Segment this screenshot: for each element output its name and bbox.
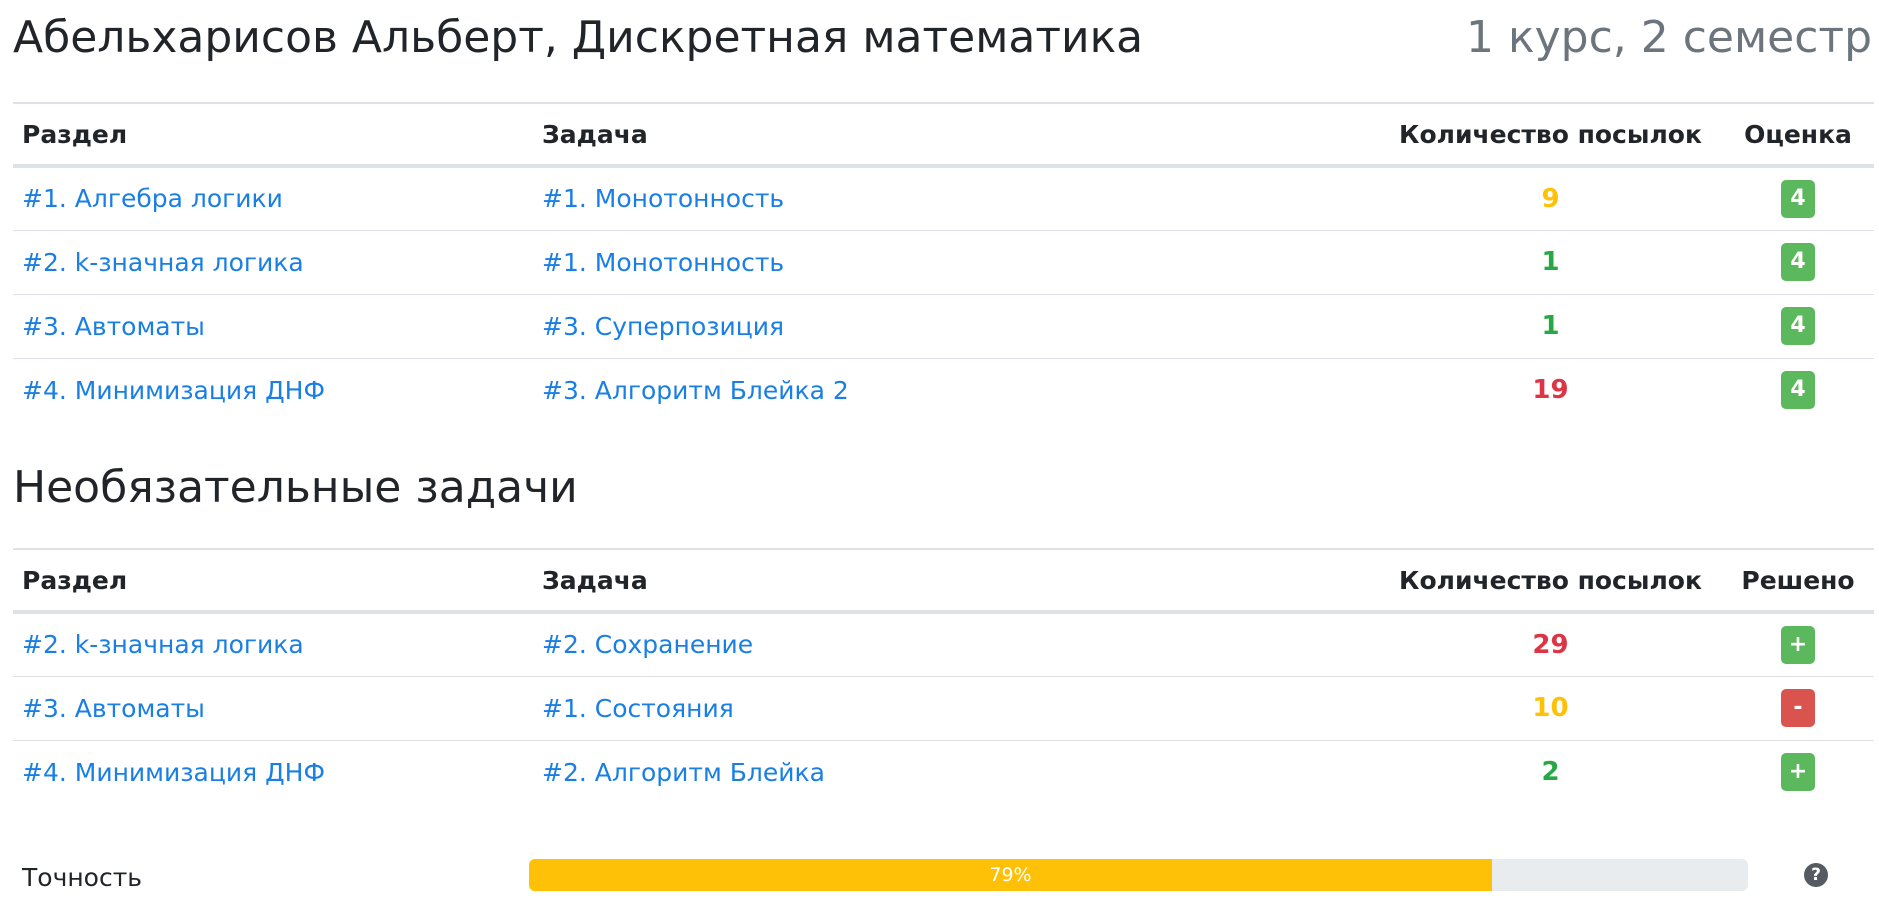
submission-count: 19 xyxy=(1532,375,1569,406)
solved-badge: - xyxy=(1781,689,1815,727)
question-circle-icon[interactable]: ? xyxy=(1804,863,1828,887)
table-row: #3. Автоматы #3. Суперпозиция 1 4 xyxy=(13,294,1874,359)
column-header-mark: Оценка xyxy=(1722,104,1874,168)
submission-count: 10 xyxy=(1532,693,1569,723)
page-header: Абельхарисов Альберт, Дискретная математ… xyxy=(13,0,1874,104)
column-header-section: Раздел xyxy=(13,104,533,168)
solved-badge: + xyxy=(1781,625,1815,664)
accuracy-progress-bar: 79% xyxy=(529,859,1748,891)
table-header-row: Раздел Задача Количество посылок Оценка xyxy=(13,104,1874,168)
task-link[interactable]: #3. Алгоритм Блейка 2 xyxy=(542,376,849,405)
section-link[interactable]: #4. Минимизация ДНФ xyxy=(22,758,325,787)
task-link[interactable]: #2. Алгоритм Блейка xyxy=(542,758,825,787)
grade-badge: 4 xyxy=(1781,371,1815,410)
task-link[interactable]: #1. Состояния xyxy=(542,694,734,723)
section-link[interactable]: #1. Алгебра логики xyxy=(22,184,283,213)
grade-badge: 4 xyxy=(1781,179,1815,218)
task-link[interactable]: #3. Суперпозиция xyxy=(542,312,784,341)
task-link[interactable]: #2. Сохранение xyxy=(542,630,753,659)
submission-count: 1 xyxy=(1541,311,1560,341)
accuracy-label: Точность xyxy=(22,863,143,892)
submission-count: 2 xyxy=(1541,757,1560,788)
column-header-count: Количество посылок xyxy=(1379,104,1722,168)
column-header-count: Количество посылок xyxy=(1379,550,1722,614)
section-link[interactable]: #3. Автоматы xyxy=(22,312,205,341)
table-row: #2. k-значная логика #2. Сохранение 29 + xyxy=(13,612,1874,677)
solved-badge: + xyxy=(1781,753,1815,792)
table-row: #1. Алгебра логики #1. Монотонность 9 4 xyxy=(13,166,1874,231)
optional-tasks-title: Необязательные задачи xyxy=(13,422,1874,550)
required-tasks-table: Раздел Задача Количество посылок Оценка … xyxy=(13,104,1874,422)
section-link[interactable]: #2. k-значная логика xyxy=(22,630,304,659)
column-header-task: Задача xyxy=(533,104,1379,168)
submission-count: 29 xyxy=(1532,629,1569,660)
optional-tasks-table: Раздел Задача Количество посылок Решено … xyxy=(13,550,1874,804)
task-link[interactable]: #1. Монотонность xyxy=(542,248,784,277)
submission-count: 9 xyxy=(1541,183,1560,214)
grade-badge: 4 xyxy=(1781,307,1815,345)
table-row: #2. k-значная логика #1. Монотонность 1 … xyxy=(13,230,1874,295)
course-semester: 1 курс, 2 семестр xyxy=(1466,12,1872,63)
submission-count: 1 xyxy=(1541,247,1560,277)
table-row: #3. Автоматы #1. Состояния 10 - xyxy=(13,676,1874,741)
section-link[interactable]: #4. Минимизация ДНФ xyxy=(22,376,325,405)
table-row: #4. Минимизация ДНФ #2. Алгоритм Блейка … xyxy=(13,740,1874,804)
section-link[interactable]: #2. k-значная логика xyxy=(22,248,304,277)
section-link[interactable]: #3. Автоматы xyxy=(22,694,205,723)
table-header-row: Раздел Задача Количество посылок Решено xyxy=(13,550,1874,614)
column-header-section: Раздел xyxy=(13,550,533,614)
task-link[interactable]: #1. Монотонность xyxy=(542,184,784,213)
page: Абельхарисов Альберт, Дискретная математ… xyxy=(13,0,1874,915)
accuracy-progress-fill: 79% xyxy=(529,859,1492,891)
grade-badge: 4 xyxy=(1781,243,1815,281)
column-header-task: Задача xyxy=(533,550,1379,614)
page-title: Абельхарисов Альберт, Дискретная математ… xyxy=(13,12,1144,63)
column-header-solved: Решено xyxy=(1722,550,1874,614)
table-row: #4. Минимизация ДНФ #3. Алгоритм Блейка … xyxy=(13,358,1874,422)
